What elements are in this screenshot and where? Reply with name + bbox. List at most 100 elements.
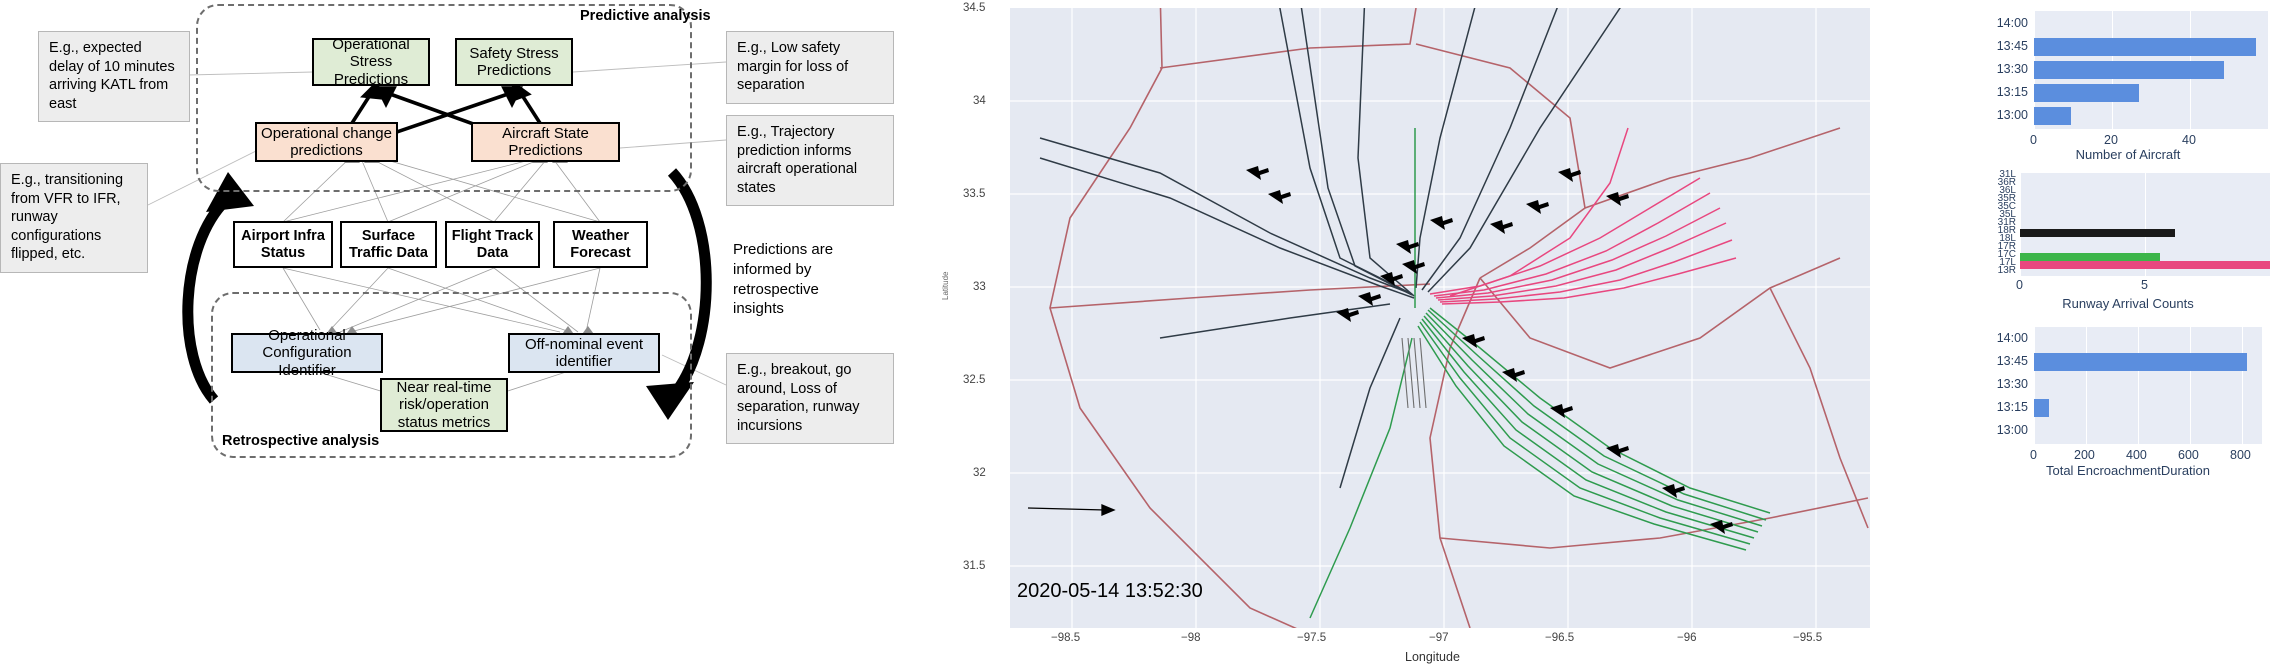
note-safety-margin: E.g., Low safety margin for loss of sepa… — [726, 31, 894, 104]
chart3-plot[interactable] — [2034, 327, 2262, 444]
chart3-ytick-1345: 13:45 — [1996, 354, 2028, 368]
chart1-xtick-20: 20 — [2104, 133, 2118, 147]
node-airport-infra-status[interactable]: Airport Infra Status — [233, 221, 333, 268]
chart1-bar-1345[interactable] — [2034, 38, 2256, 56]
node-label: Operational Configuration Identifier — [262, 326, 352, 379]
node-weather-forecast[interactable]: Weather Forecast — [553, 221, 648, 268]
node-label: Weather Forecast — [570, 227, 631, 261]
node-label: Operational change predictions — [261, 124, 392, 159]
map-xtick-5: −96 — [1677, 632, 1697, 644]
retrospective-analysis-label: Retrospective analysis — [222, 433, 380, 449]
chart2-bar-17C[interactable] — [2020, 253, 2160, 261]
chart2-xtick-0: 0 — [2016, 278, 2023, 292]
chart3-ytick-1315: 13:15 — [1996, 400, 2028, 414]
chart3-gridline — [2242, 327, 2243, 444]
map-xaxis-title: Longitude — [1405, 650, 1460, 664]
chart3-xtick-800: 800 — [2230, 448, 2251, 462]
chart2-plot[interactable] — [2020, 173, 2270, 276]
chart1-plot[interactable] — [2034, 11, 2268, 129]
screenshot-root: Predictive analysis Retrospective analys… — [0, 0, 2281, 667]
chart-runway-arrival-counts[interactable]: 31L 36R 36L 35R 35C 35L 31R 18R 18L 17R … — [1980, 165, 2276, 317]
concept-diagram: Predictive analysis Retrospective analys… — [0, 0, 905, 667]
node-risk-status-metrics[interactable]: Near real-time risk/operation status met… — [380, 378, 508, 432]
node-aircraft-state-predictions[interactable]: Aircraft State Predictions — [471, 122, 620, 162]
note-informed-by-retrospective: Predictions are informed by retrospectiv… — [733, 240, 858, 319]
chart3-gridline — [2034, 327, 2035, 444]
chart1-xtick-40: 40 — [2182, 133, 2196, 147]
chart2-xtick-5: 5 — [2141, 278, 2148, 292]
note-text: E.g., transitioning from VFR to IFR, run… — [11, 172, 124, 263]
chart3-xtick-600: 600 — [2178, 448, 2199, 462]
predictive-analysis-boundary — [196, 4, 692, 192]
node-flight-track-data[interactable]: Flight Track Data — [445, 221, 540, 268]
map-xtick-0: −98.5 — [1051, 632, 1081, 644]
map-xtick-6: −95.5 — [1793, 632, 1823, 644]
chart2-bar-17L[interactable] — [2020, 261, 2270, 269]
map-plot-area[interactable] — [1010, 8, 1870, 628]
note-expected-delay: E.g., expected delay of 10 minutes arriv… — [38, 31, 190, 123]
chart1-ytick-1315: 13:15 — [1996, 85, 2028, 99]
chart3-ytick-1400: 14:00 — [1996, 331, 2028, 345]
chart-total-encroachment-duration[interactable]: 14:00 13:45 13:30 13:15 13:00 0 200 400 … — [1980, 317, 2276, 485]
node-safety-stress-predictions[interactable]: Safety Stress Predictions — [455, 38, 573, 86]
chart3-ytick-1300: 13:00 — [1996, 423, 2028, 437]
chart1-axis-title: Number of Aircraft — [2075, 147, 2181, 162]
chart2-bar-18R[interactable] — [2020, 229, 2175, 237]
visualization-panel: 34.5 34 33.5 33 32.5 32 31.5 −98.5 −98 −… — [905, 0, 2281, 667]
note-trajectory-prediction: E.g., Trajectory prediction informs airc… — [726, 115, 894, 207]
node-label: Flight Track Data — [451, 227, 534, 261]
map-ytick-4: 32.5 — [963, 374, 986, 386]
node-label: Safety Stress Predictions — [469, 44, 559, 79]
chart1-bar-1300[interactable] — [2034, 107, 2071, 125]
node-operational-stress-predictions[interactable]: Operational Stress Predictions — [312, 35, 430, 88]
map-ytick-6: 31.5 — [963, 560, 986, 572]
map-ytick-1: 34 — [973, 95, 986, 107]
map-canvas — [1010, 8, 1870, 628]
chart2-ytick-13R: 13R — [1997, 265, 2016, 276]
note-text: E.g., Trajectory prediction informs airc… — [737, 124, 858, 196]
node-label: Off-nominal event identifier — [524, 335, 644, 370]
chart3-bar-1345[interactable] — [2034, 353, 2247, 371]
chart3-ytick-1330: 13:30 — [1996, 377, 2028, 391]
note-text: E.g., breakout, go around, Loss of separ… — [737, 362, 860, 434]
chart1-bar-1315[interactable] — [2034, 84, 2139, 102]
note-transitioning: E.g., transitioning from VFR to IFR, run… — [0, 163, 148, 273]
map-xtick-3: −97 — [1429, 632, 1449, 644]
node-label: Operational Stress Predictions — [332, 35, 410, 88]
map-ytick-0: 34.5 — [963, 2, 986, 14]
node-operational-change-predictions[interactable]: Operational change predictions — [255, 122, 398, 162]
chart3-axis-title: Total EncroachmentDuration — [2045, 463, 2211, 478]
chart1-ytick-1300: 13:00 — [1996, 108, 2028, 122]
node-label: Airport Infra Status — [241, 227, 325, 261]
node-label: Aircraft State Predictions — [502, 124, 589, 159]
note-text: E.g., Low safety margin for loss of sepa… — [737, 40, 849, 94]
node-offnominal-event-identifier[interactable]: Off-nominal event identifier — [508, 333, 660, 373]
map-yaxis-title: Latitude — [941, 271, 950, 300]
chart1-ytick-1400: 14:00 — [1996, 16, 2028, 30]
chart3-gridline — [2086, 327, 2087, 444]
chart-number-of-aircraft[interactable]: 14:00 13:45 13:30 13:15 13:00 0 20 40 Nu… — [1980, 0, 2276, 165]
chart2-axis-title: Runway Arrival Counts — [2062, 296, 2194, 311]
predictive-analysis-label: Predictive analysis — [580, 8, 711, 24]
map-xtick-1: −98 — [1181, 632, 1201, 644]
map-xtick-4: −96.5 — [1545, 632, 1575, 644]
chart1-bar-1330[interactable] — [2034, 61, 2224, 79]
chart3-gridline — [2190, 327, 2191, 444]
chart1-ytick-1345: 13:45 — [1996, 39, 2028, 53]
chart1-ytick-1330: 13:30 — [1996, 62, 2028, 76]
chart3-xtick-200: 200 — [2074, 448, 2095, 462]
traffic-map[interactable]: 34.5 34 33.5 33 32.5 32 31.5 −98.5 −98 −… — [905, 0, 1980, 667]
node-surface-traffic-data[interactable]: Surface Traffic Data — [340, 221, 437, 268]
chart3-xtick-0: 0 — [2030, 448, 2037, 462]
map-xtick-2: −97.5 — [1297, 632, 1327, 644]
chart1-xtick-0: 0 — [2030, 133, 2037, 147]
map-timestamp: 2020-05-14 13:52:30 — [1017, 580, 1203, 602]
node-label: Near real-time risk/operation status met… — [396, 378, 492, 431]
map-ytick-2: 33.5 — [963, 188, 986, 200]
node-operational-configuration-identifier[interactable]: Operational Configuration Identifier — [231, 327, 383, 379]
chart3-gridline — [2138, 327, 2139, 444]
map-ytick-5: 32 — [973, 467, 986, 479]
node-label: Surface Traffic Data — [349, 227, 428, 261]
note-breakout-events: E.g., breakout, go around, Loss of separ… — [726, 353, 894, 445]
chart3-bar-1315[interactable] — [2034, 399, 2049, 417]
